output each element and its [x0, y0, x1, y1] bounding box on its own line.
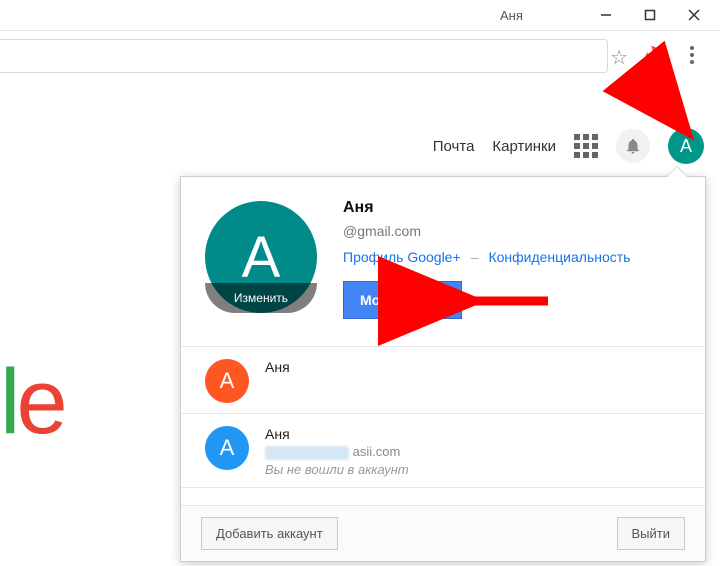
other-account-text: Аня asii.com Вы не вошли в аккаунт: [265, 426, 409, 477]
minimize-icon: [600, 9, 612, 21]
browser-menu-button[interactable]: [682, 41, 702, 69]
bell-icon: [624, 137, 642, 155]
browser-toolbar: ☆ 🔥: [0, 30, 720, 78]
other-account-name: Аня: [265, 426, 409, 442]
avatar-letter: A: [680, 136, 692, 157]
maximize-icon: [644, 9, 656, 21]
notifications-button[interactable]: [616, 129, 650, 163]
account-email: @gmail.com: [343, 223, 630, 239]
window-title: Аня: [500, 8, 523, 23]
close-icon: [687, 8, 701, 22]
logo-letter-l: l: [0, 351, 16, 453]
account-links: Профиль Google+ – Конфиденциальность: [343, 249, 630, 265]
privacy-link[interactable]: Конфиденциальность: [488, 249, 630, 265]
omnibox[interactable]: [0, 39, 608, 73]
google-logo-fragment: le: [0, 350, 64, 455]
account-info: Аня @gmail.com Профиль Google+ – Конфиде…: [343, 197, 630, 326]
add-account-button[interactable]: Добавить аккаунт: [201, 517, 338, 550]
my-account-label: Мой аккаунт: [360, 292, 445, 308]
my-account-button[interactable]: Мой аккаунт: [343, 281, 462, 319]
other-account-email: asii.com: [265, 444, 409, 460]
popover-header: A Изменить Аня @gmail.com Профиль Google…: [181, 177, 705, 347]
apps-grid-icon[interactable]: [574, 134, 598, 158]
other-account-name: Аня: [265, 359, 290, 375]
other-account-text: Аня: [265, 359, 290, 377]
extension-icon[interactable]: 🔥: [641, 45, 666, 70]
signout-label: Выйти: [632, 526, 671, 541]
menu-dot-icon: [690, 60, 694, 64]
menu-dot-icon: [690, 46, 694, 50]
logo-letter-e: e: [16, 351, 63, 453]
link-separator: –: [471, 249, 479, 265]
other-account-row[interactable]: А Аня: [181, 347, 705, 414]
avatar-edit-label: Изменить: [234, 291, 288, 305]
account-avatar-button[interactable]: A: [668, 128, 704, 164]
page-header: Почта Картинки A: [433, 128, 704, 164]
add-account-label: Добавить аккаунт: [216, 526, 323, 541]
nav-mail-link[interactable]: Почта: [433, 138, 475, 155]
blurred-text: [265, 446, 349, 460]
nav-images-link[interactable]: Картинки: [492, 138, 556, 155]
avatar-letter: А: [220, 435, 235, 461]
signout-button[interactable]: Выйти: [617, 517, 686, 550]
avatar-letter: A: [242, 224, 281, 291]
window-titlebar: Аня: [0, 0, 720, 30]
account-popover: A Изменить Аня @gmail.com Профиль Google…: [180, 176, 706, 562]
other-account-avatar: А: [205, 359, 249, 403]
account-name: Аня: [343, 199, 630, 217]
other-account-row[interactable]: А Аня asii.com Вы не вошли в аккаунт: [181, 414, 705, 488]
window-close-button[interactable]: [672, 1, 716, 29]
bookmark-star-icon[interactable]: ☆: [610, 45, 628, 70]
signed-out-note: Вы не вошли в аккаунт: [265, 462, 409, 477]
other-account-avatar: А: [205, 426, 249, 470]
avatar-edit-button[interactable]: Изменить: [205, 283, 317, 313]
popover-avatar[interactable]: A Изменить: [205, 201, 317, 313]
google-plus-link[interactable]: Профиль Google+: [343, 249, 461, 265]
avatar-letter: А: [220, 368, 235, 394]
popover-footer: Добавить аккаунт Выйти: [181, 505, 705, 561]
window-maximize-button[interactable]: [628, 1, 672, 29]
menu-dot-icon: [690, 53, 694, 57]
window-minimize-button[interactable]: [584, 1, 628, 29]
